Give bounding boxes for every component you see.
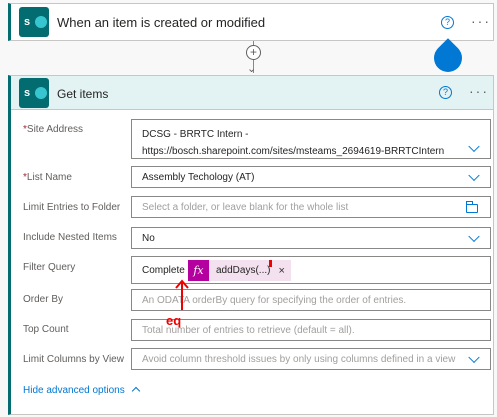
- site-address-label: *Site Address: [23, 124, 84, 135]
- addDays-token[interactable]: fx addDays(...) ×: [188, 260, 291, 281]
- token-label: addDays(...): [216, 265, 271, 276]
- top-count-input[interactable]: Total number of entries to retrieve (def…: [131, 319, 491, 341]
- more-options-icon[interactable]: ···: [469, 83, 489, 99]
- order-by-label: Order By: [23, 294, 64, 305]
- flow-designer: s When an item is created or modified ? …: [0, 0, 497, 417]
- add-step-button[interactable]: +: [246, 45, 261, 60]
- annotation-arrow-icon: [175, 279, 189, 310]
- chevron-up-icon: [131, 386, 140, 396]
- site-address-line2: https://bosch.sharepoint.com/sites/mstea…: [142, 146, 445, 157]
- trigger-card[interactable]: s When an item is created or modified ? …: [8, 3, 494, 41]
- get-items-header[interactable]: s Get items ? ···: [11, 76, 493, 110]
- chevron-down-icon: [468, 140, 480, 153]
- action-title: Get items: [57, 87, 109, 101]
- nested-items-value: No: [142, 232, 155, 244]
- trigger-title: When an item is created or modified: [57, 15, 266, 30]
- annotation-text: eq: [166, 313, 182, 328]
- top-count-label: Top Count: [23, 324, 69, 335]
- nested-items-dropdown[interactable]: No: [131, 227, 491, 249]
- limit-columns-dropdown[interactable]: Avoid column threshold issues by only us…: [131, 348, 491, 370]
- limit-columns-label: Limit Columns by View: [23, 354, 124, 365]
- help-icon[interactable]: ?: [441, 16, 454, 29]
- list-name-value: Assembly Techology (AT): [142, 171, 255, 183]
- chevron-down-icon: [468, 351, 480, 364]
- limit-folder-input[interactable]: Select a folder, or leave blank for the …: [131, 196, 491, 218]
- list-name-dropdown[interactable]: Assembly Techology (AT): [131, 166, 491, 188]
- sharepoint-icon: s: [19, 78, 49, 108]
- fx-icon: fx: [188, 260, 209, 281]
- more-options-icon[interactable]: ···: [471, 13, 491, 29]
- site-address-dropdown[interactable]: DCSG - BRRTC Intern - https://bosch.shar…: [131, 119, 491, 159]
- hide-advanced-options-link[interactable]: Hide advanced options: [23, 385, 140, 396]
- chevron-down-icon: [468, 169, 480, 182]
- limit-folder-placeholder: Select a folder, or leave blank for the …: [142, 201, 349, 213]
- arrow-down-icon: ⌄: [247, 63, 257, 75]
- limit-columns-placeholder: Avoid column threshold issues by only us…: [142, 353, 456, 365]
- annotation-marker: [269, 260, 272, 267]
- site-address-line1: DCSG - BRRTC Intern -: [142, 129, 249, 140]
- help-icon[interactable]: ?: [439, 86, 452, 99]
- list-name-label: *List Name: [23, 172, 72, 183]
- filter-query-label: Filter Query: [23, 262, 76, 273]
- drop-indicator-icon: [428, 38, 468, 78]
- filter-query-text: Complete: [142, 264, 185, 276]
- nested-items-label: Include Nested Items: [23, 232, 117, 243]
- chevron-down-icon: [468, 230, 480, 243]
- sharepoint-icon: s: [19, 7, 49, 37]
- limit-folder-label: Limit Entries to Folder: [23, 202, 121, 213]
- folder-icon[interactable]: [466, 201, 478, 213]
- remove-token-icon[interactable]: ×: [278, 265, 284, 277]
- get-items-card: s Get items ? ··· *Site Address DCSG - B…: [8, 75, 494, 415]
